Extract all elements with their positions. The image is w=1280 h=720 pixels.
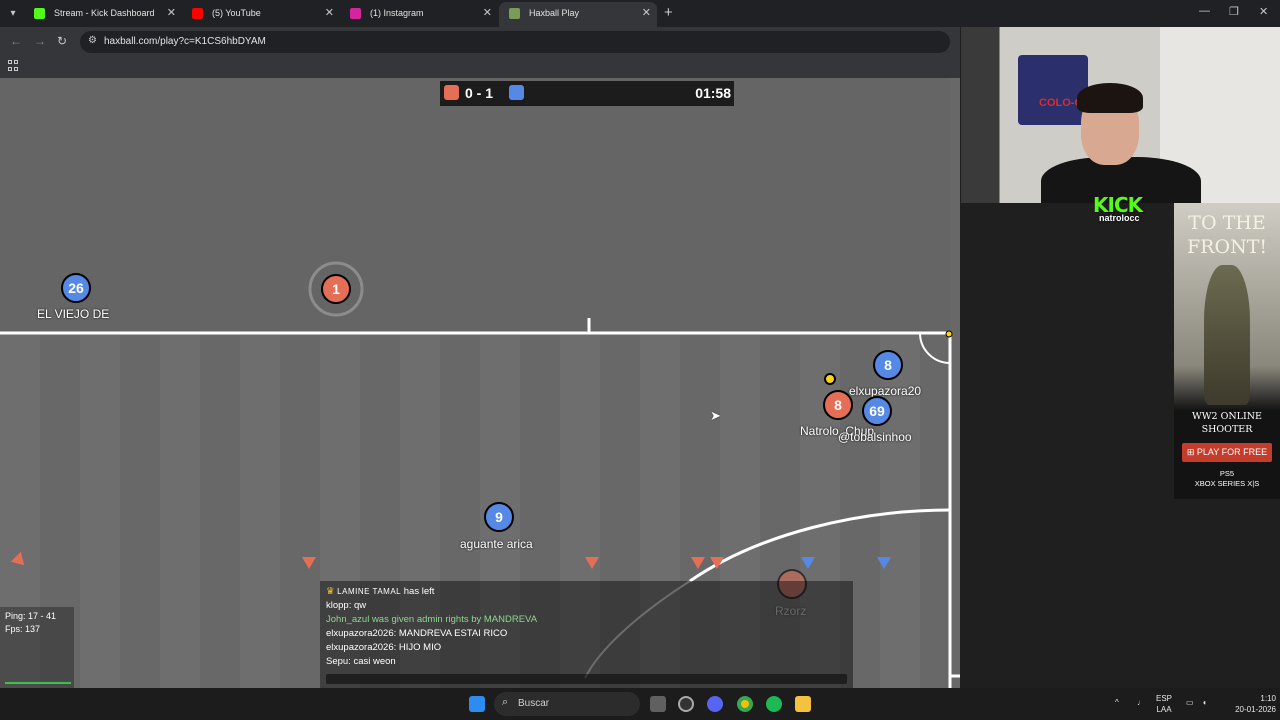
chat-message: ♛ LAMINE TAMAL has left [326, 586, 435, 597]
volume-icon[interactable]: ◖ [1202, 697, 1207, 708]
scoreboard: 0 - 1 01:58 [440, 81, 734, 106]
offscreen-player-indicator [302, 557, 316, 569]
youtube-favicon-icon [192, 8, 203, 19]
tab-instagram[interactable]: (1) Instagram ✕ [340, 2, 498, 27]
haxball-favicon-icon [509, 8, 520, 19]
tab-search-icon[interactable]: ▾ [5, 6, 21, 22]
new-tab-button[interactable]: + [664, 4, 673, 21]
close-icon[interactable]: ✕ [325, 2, 334, 25]
tab-label: (5) YouTube [212, 8, 261, 18]
red-team-icon [444, 85, 459, 100]
microphone-icon[interactable]: ♩ [1137, 697, 1145, 708]
player-disc: 69 [862, 396, 892, 426]
chat-message: klopp: qw [326, 600, 367, 611]
address-bar[interactable]: ⚙ haxball.com/play?c=K1CS6hbDYAM [80, 31, 950, 53]
url-text[interactable]: haxball.com/play?c=K1CS6hbDYAM [104, 36, 266, 47]
network-icon[interactable]: ▭ [1186, 697, 1194, 708]
player-disc: 26 [61, 273, 91, 303]
mouse-cursor-icon: ➤ [710, 408, 721, 423]
ad-soldier-image [1204, 265, 1250, 405]
corner-post [945, 330, 953, 338]
player-disc: 8 [873, 350, 903, 380]
match-timer: 01:58 [695, 85, 731, 101]
chat-message: elxupazora2026: MANDREVA ESTAI RICO [326, 628, 508, 639]
chat-message: elxupazora2026: HIJO MIO [326, 642, 442, 653]
offscreen-player-indicator [877, 557, 891, 569]
blue-team-icon [509, 85, 524, 100]
ping-readout: Ping: 17 - 41 [5, 611, 57, 621]
ball [824, 373, 836, 385]
apps-grid-icon[interactable] [8, 60, 19, 71]
back-icon[interactable]: ← [10, 34, 22, 48]
forward-icon[interactable]: → [34, 34, 46, 48]
network-stats: Ping: 17 - 41 Fps: 137 [0, 607, 74, 688]
site-info-icon[interactable]: ⚙ [88, 35, 97, 46]
reload-icon[interactable]: ↻ [57, 34, 67, 48]
discord-icon[interactable] [707, 696, 723, 712]
chat-input[interactable] [326, 674, 847, 684]
tab-youtube[interactable]: (5) YouTube ✕ [182, 2, 340, 27]
player-disc: 1 [321, 274, 351, 304]
player-disc: 8 [823, 390, 853, 420]
kick-channel-name: natrolocc [1099, 213, 1140, 223]
maximize-icon[interactable]: ❐ [1229, 5, 1239, 18]
webcam-overlay: COLO-C [961, 27, 1280, 203]
chat-message: Sepu: casi weon [326, 656, 396, 667]
search-icon: ⌕ [502, 696, 509, 708]
chat-message: John_azul was given admin rights by MAND… [326, 614, 538, 625]
bookmarks-bar [0, 56, 960, 78]
club-flag [1018, 55, 1088, 125]
language-indicator[interactable]: ESP LAA [1156, 693, 1172, 715]
kick-favicon-icon [34, 8, 45, 19]
ad-headline: TO THE FRONT! [1187, 212, 1267, 258]
offscreen-player-indicator [801, 557, 815, 569]
tab-label: Stream - Kick Dashboard [54, 8, 155, 18]
obs-icon[interactable] [678, 696, 694, 712]
windows-icon: ⊞ [1186, 447, 1197, 457]
offscreen-player-indicator [691, 557, 705, 569]
close-icon[interactable]: ✕ [167, 2, 176, 25]
advertisement[interactable]: TO THE FRONT! WW2 ONLINE SHOOTER ⊞ PLAY … [1174, 203, 1280, 499]
ad-platforms: PS5 XBOX SERIES X|S [1194, 469, 1260, 488]
score: 0 - 1 [465, 85, 494, 101]
player-name: elxupazora20 [849, 384, 922, 398]
taskbar-search[interactable]: ⌕ Buscar [494, 692, 640, 716]
windows-start-icon[interactable] [469, 696, 485, 712]
tab-label: (1) Instagram [370, 8, 424, 18]
close-icon[interactable]: ✕ [483, 2, 492, 25]
file-explorer-icon[interactable] [795, 696, 811, 712]
player-disc: 9 [484, 502, 514, 532]
instagram-favicon-icon [350, 8, 361, 19]
task-view-icon[interactable] [650, 696, 666, 712]
minimize-icon[interactable]: — [1199, 5, 1210, 17]
clock[interactable]: 1:10 20-01-2026 [1224, 693, 1276, 715]
chrome-icon[interactable] [737, 696, 753, 712]
player-name: aguante arica [460, 537, 533, 551]
flag-text: COLO-C [1039, 97, 1083, 109]
spotify-icon[interactable] [766, 696, 782, 712]
tab-label: Haxball Play [529, 8, 580, 18]
offscreen-player-indicator [710, 557, 724, 569]
close-icon[interactable]: ✕ [642, 2, 651, 25]
fps-graph [5, 678, 71, 684]
player-name: @tobalsinhoo [838, 430, 912, 444]
tab-kick-dashboard[interactable]: Stream - Kick Dashboard ✕ [24, 2, 182, 27]
ad-title: WW2 ONLINE SHOOTER [1191, 411, 1262, 435]
tab-haxball-play[interactable]: Haxball Play ✕ [499, 2, 657, 27]
chevron-up-icon[interactable]: ^ [1115, 697, 1119, 708]
fps-readout: Fps: 137 [5, 624, 41, 634]
player-name: EL VIEJO DE [37, 307, 110, 321]
tab-bar: ▾ Stream - Kick Dashboard ✕ (5) YouTube … [0, 0, 1280, 27]
window-close-icon[interactable]: ✕ [1259, 5, 1268, 18]
crown-icon: ♛ [326, 586, 335, 597]
chat-panel: ♛ LAMINE TAMAL has left klopp: qw John_a… [320, 581, 853, 688]
windows-taskbar: ⌕ Buscar ^ ♩ ESP LAA ▭ ◖ 1:10 20-01-2026 [0, 688, 1280, 720]
browser-toolbar: ← → ↻ ⚙ haxball.com/play?c=K1CS6hbDYAM [0, 27, 960, 56]
play-for-free-button[interactable]: ⊞ PLAY FOR FREE [1182, 443, 1272, 462]
offscreen-player-indicator [585, 557, 599, 569]
